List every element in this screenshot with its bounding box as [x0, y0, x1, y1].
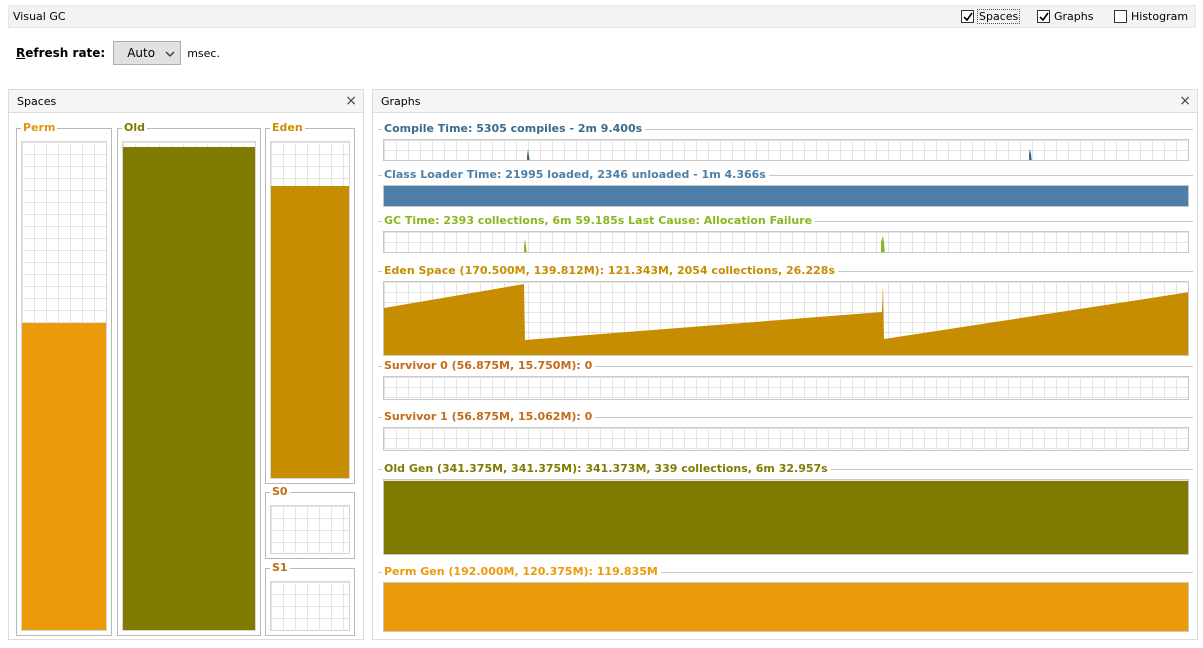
- old-space-grid: [122, 141, 256, 631]
- perm-gen-plot: [383, 582, 1189, 632]
- old-space: Old: [117, 121, 261, 636]
- perm-space-label: Perm: [21, 121, 58, 135]
- compile-time-chart: [527, 149, 1032, 160]
- eden-space-graph-label: Eden Space (170.500M, 139.812M): 121.343…: [382, 263, 838, 279]
- spaces-checkbox-label: Spaces: [976, 9, 1021, 24]
- s1-space-label: S1: [270, 561, 290, 575]
- chevron-down-icon: [165, 48, 175, 62]
- window-titlebar: Visual GC Spaces Graphs Histogram: [8, 5, 1196, 28]
- s1-space-grid: [270, 581, 350, 631]
- gc-time-chart: [524, 236, 885, 252]
- perm-gen-chart: [384, 583, 1188, 631]
- compile-time-graph: Compile Time: 5305 compiles - 2m 9.400s: [378, 120, 1193, 166]
- old-gen-graph: Old Gen (341.375M, 341.375M): 341.373M, …: [378, 460, 1193, 558]
- s0-space-grid: [270, 505, 350, 554]
- perm-space: Perm: [16, 121, 112, 636]
- eden-space-grid: [270, 141, 350, 479]
- survivor-1-label: Survivor 1 (56.875M, 15.062M): 0: [382, 409, 596, 425]
- close-icon[interactable]: ×: [345, 93, 357, 109]
- graphs-checkbox-label: Graphs: [1054, 10, 1094, 23]
- survivor-1-graph: Survivor 1 (56.875M, 15.062M): 0: [378, 408, 1193, 454]
- class-loader-graph: Class Loader Time: 21995 loaded, 2346 un…: [378, 166, 1193, 212]
- spaces-panel-body: Perm Old Eden S0 S1: [8, 113, 364, 640]
- perm-space-grid: [21, 141, 107, 631]
- window-title: Visual GC: [13, 10, 66, 23]
- spaces-panel-header: Spaces ×: [8, 89, 364, 113]
- checkmark-icon: [1037, 10, 1050, 23]
- s0-space-label: S0: [270, 485, 290, 499]
- eden-space-chart: [384, 284, 1188, 355]
- old-space-fill: [123, 146, 255, 630]
- histogram-checkbox-label: Histogram: [1131, 10, 1189, 23]
- gc-time-plot: [383, 231, 1189, 253]
- graphs-panel-title: Graphs: [381, 95, 421, 108]
- survivor-0-label: Survivor 0 (56.875M, 15.750M): 0: [382, 358, 596, 374]
- refresh-rate-row: Refresh rate: Auto msec.: [16, 41, 220, 65]
- gc-time-label: GC Time: 2393 collections, 6m 59.185s La…: [382, 213, 816, 229]
- perm-gen-graph: Perm Gen (192.000M, 120.375M): 119.835M: [378, 563, 1193, 633]
- spaces-panel-title: Spaces: [17, 95, 57, 108]
- empty-checkbox-icon: [1114, 10, 1127, 23]
- class-loader-label: Class Loader Time: 21995 loaded, 2346 un…: [382, 167, 769, 183]
- refresh-rate-select[interactable]: Auto: [113, 41, 182, 65]
- refresh-rate-unit: msec.: [187, 46, 220, 60]
- s0-space: S0: [265, 485, 355, 559]
- s1-space: S1: [265, 561, 355, 636]
- refresh-rate-label: Refresh rate:: [16, 46, 106, 60]
- survivor-1-plot: [383, 427, 1189, 451]
- survivor-0-graph: Survivor 0 (56.875M, 15.750M): 0: [378, 357, 1193, 403]
- compile-time-label: Compile Time: 5305 compiles - 2m 9.400s: [382, 121, 646, 137]
- class-loader-plot: [383, 185, 1189, 207]
- old-space-label: Old: [122, 121, 147, 135]
- perm-gen-label: Perm Gen (192.000M, 120.375M): 119.835M: [382, 564, 661, 580]
- eden-space-fill: [271, 185, 349, 478]
- refresh-rate-value: Auto: [127, 46, 156, 60]
- survivor-0-plot: [383, 376, 1189, 400]
- eden-space-plot: [383, 281, 1189, 356]
- class-loader-chart: [384, 186, 1188, 206]
- graphs-checkbox[interactable]: Graphs: [1037, 10, 1093, 23]
- close-icon[interactable]: ×: [1179, 93, 1191, 109]
- graphs-panel-header: Graphs ×: [372, 89, 1198, 113]
- compile-time-plot: [383, 139, 1189, 161]
- histogram-checkbox[interactable]: Histogram: [1114, 10, 1188, 23]
- gc-time-graph: GC Time: 2393 collections, 6m 59.185s La…: [378, 212, 1193, 258]
- eden-space: Eden: [265, 121, 355, 484]
- old-gen-label: Old Gen (341.375M, 341.375M): 341.373M, …: [382, 461, 831, 477]
- perm-space-fill: [22, 322, 106, 630]
- spaces-checkbox[interactable]: Spaces: [961, 9, 1021, 24]
- eden-space-graph: Eden Space (170.500M, 139.812M): 121.343…: [378, 262, 1193, 360]
- eden-space-label: Eden: [270, 121, 305, 135]
- checkmark-icon: [961, 10, 974, 23]
- old-gen-chart: [384, 481, 1188, 554]
- old-gen-plot: [383, 479, 1189, 555]
